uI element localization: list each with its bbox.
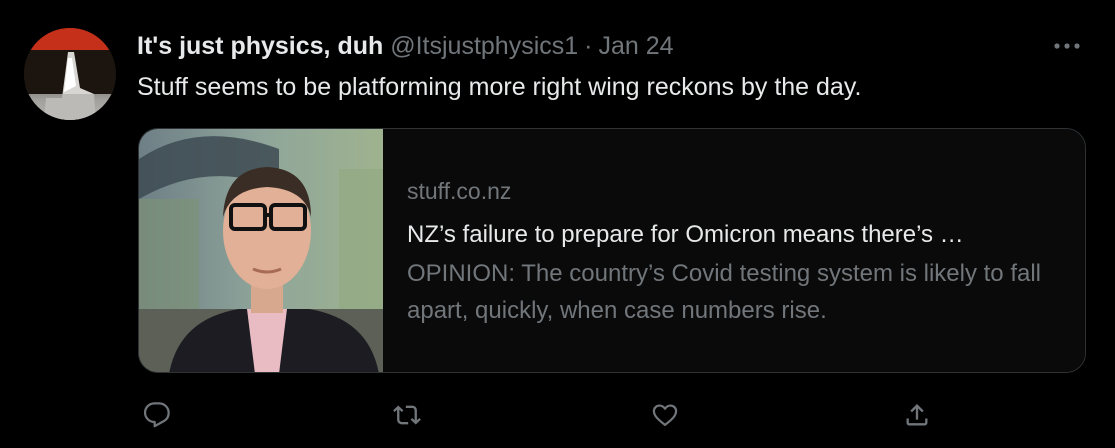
card-title: NZ’s failure to prepare for Omicron mean… [407, 221, 964, 248]
more-icon [1054, 43, 1080, 49]
separator-dot: · [584, 32, 593, 60]
retweet-icon [393, 405, 421, 425]
card-body: stuff.co.nz NZ’s failure to prepare for … [383, 129, 1085, 372]
card-image [139, 129, 383, 372]
reply-icon [143, 402, 170, 428]
tweet[interactable]: It's just physics, duh @Itsjustphysics1 ·… [0, 0, 1115, 448]
more-button[interactable] [1051, 34, 1083, 58]
card-domain: stuff.co.nz [407, 178, 512, 204]
action-bar [137, 396, 937, 436]
retweet-button[interactable] [387, 396, 427, 434]
like-button[interactable] [645, 396, 685, 434]
avatar-image [24, 28, 116, 120]
share-button[interactable] [897, 396, 937, 434]
card-description: OPINION: The country’s Covid testing sys… [407, 260, 1041, 324]
tweet-date[interactable]: Jan 24 [599, 32, 674, 60]
avatar[interactable] [24, 28, 116, 120]
tweet-text: Stuff seems to be platforming more right… [137, 73, 862, 101]
user-handle[interactable]: @Itsjustphysics1 [390, 32, 578, 60]
reply-button[interactable] [137, 396, 177, 434]
heart-icon [652, 404, 678, 427]
share-icon [906, 404, 928, 426]
link-card[interactable]: stuff.co.nz NZ’s failure to prepare for … [138, 128, 1086, 373]
tweet-header: It's just physics, duh @Itsjustphysics1 ·… [137, 31, 674, 61]
display-name[interactable]: It's just physics, duh [137, 32, 383, 60]
